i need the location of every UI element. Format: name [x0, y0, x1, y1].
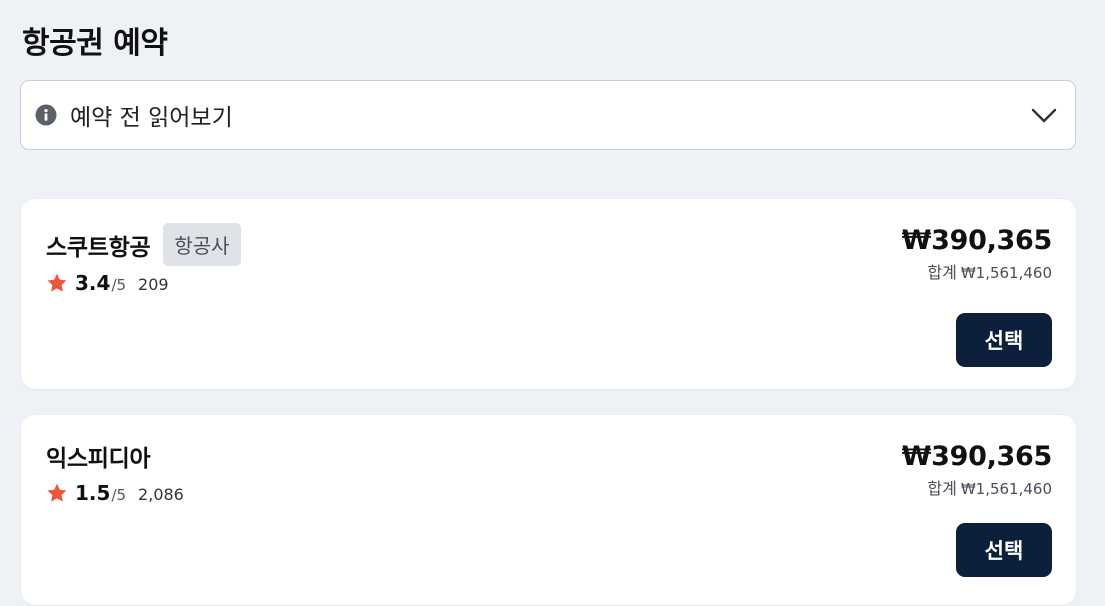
- provider-name: 스쿠트항공: [46, 234, 151, 261]
- total-amount: ₩1,561,460: [960, 480, 1052, 498]
- price-per-person: ₩390,365: [901, 225, 1053, 256]
- rating-scale: /5: [111, 486, 127, 504]
- page-title: 항공권 예약: [22, 26, 168, 61]
- total-label: 합계: [927, 263, 957, 282]
- notice-label: 예약 전 읽어보기: [70, 105, 233, 131]
- price-total: 합계 ₩1,561,460: [927, 475, 1052, 499]
- info-icon: [35, 104, 57, 126]
- pre-booking-notice[interactable]: 예약 전 읽어보기: [20, 80, 1076, 150]
- price-total: 합계 ₩1,561,460: [927, 259, 1052, 283]
- rating-score: 1.5: [75, 481, 111, 505]
- star-icon: [46, 482, 68, 504]
- star-icon: [46, 272, 68, 294]
- select-button[interactable]: 선택: [956, 313, 1052, 367]
- select-button[interactable]: 선택: [956, 523, 1052, 577]
- provider-type-badge: 항공사: [163, 223, 241, 266]
- total-label: 합계: [927, 479, 957, 498]
- rating-scale: /5: [111, 276, 127, 294]
- rating: 1.5 /5 2,086: [46, 481, 184, 505]
- chevron-down-icon[interactable]: [1031, 102, 1057, 128]
- rating-score: 3.4: [75, 271, 111, 295]
- price-per-person: ₩390,365: [901, 441, 1053, 472]
- total-amount: ₩1,561,460: [960, 264, 1052, 282]
- provider-name: 익스피디아: [46, 446, 151, 472]
- offer-card: 익스피디아 1.5 /5 2,086 ₩390,365 합계 ₩1,561,460…: [21, 415, 1076, 605]
- review-count: 209: [138, 275, 169, 294]
- review-count: 2,086: [138, 485, 184, 504]
- offer-card: 스쿠트항공 항공사 3.4 /5 209 ₩390,365 합계 ₩1,561,4…: [21, 199, 1076, 389]
- rating: 3.4 /5 209: [46, 271, 169, 295]
